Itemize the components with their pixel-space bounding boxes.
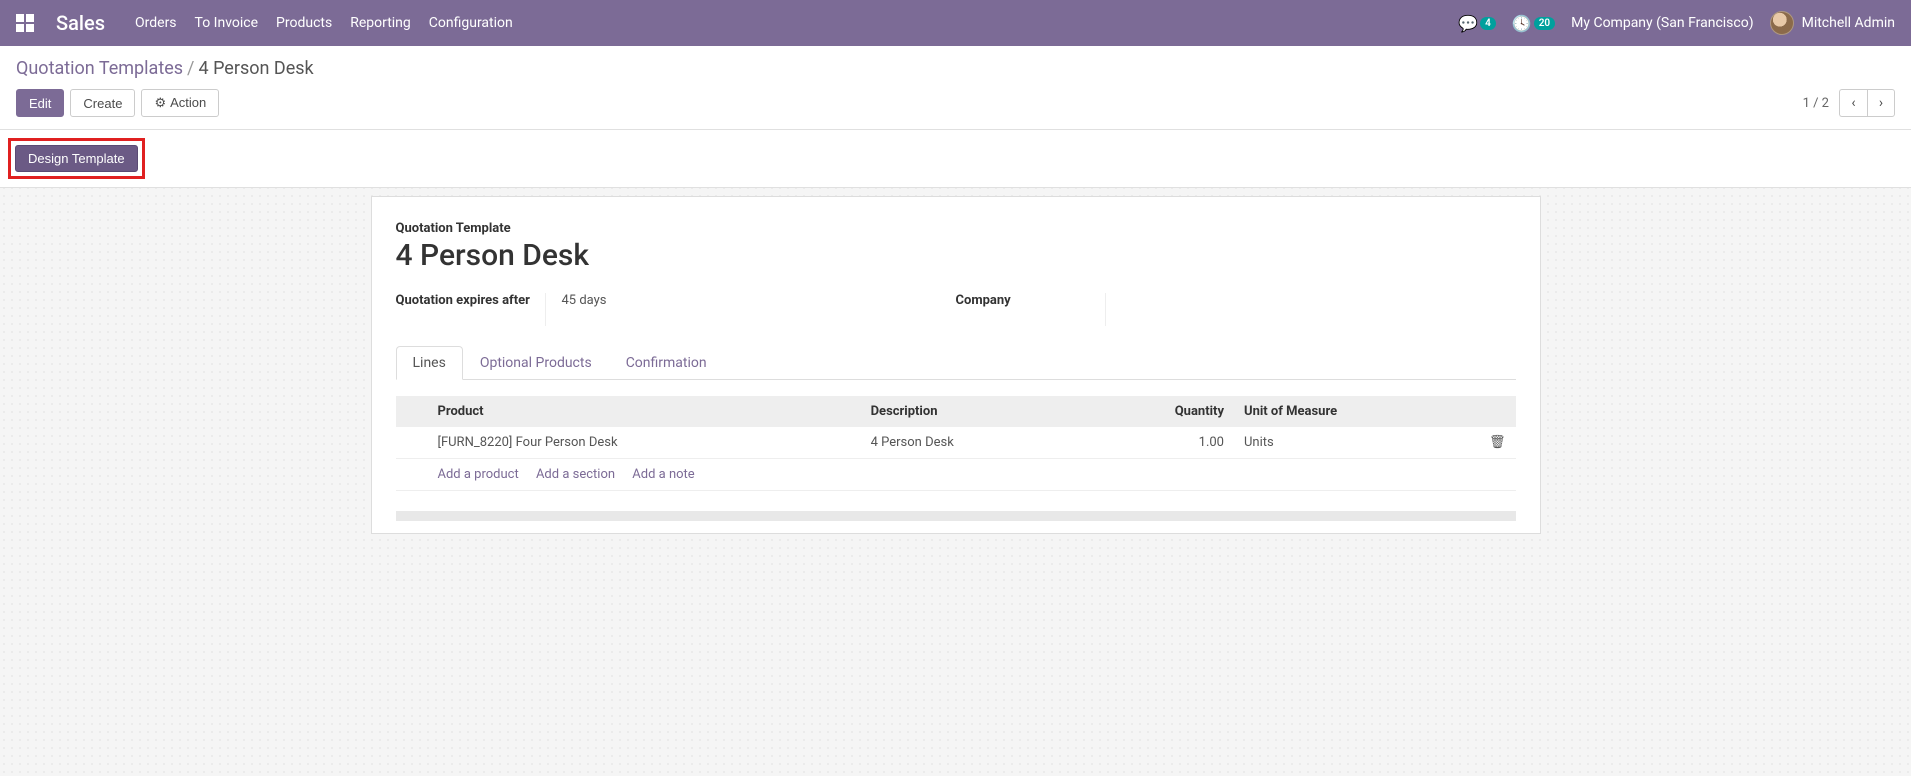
tab-optional-products[interactable]: Optional Products (463, 346, 609, 380)
form-sheet: Quotation Template 4 Person Desk Quotati… (371, 196, 1541, 534)
chat-icon: 💬 (1458, 14, 1478, 33)
pager-next[interactable]: › (1867, 89, 1895, 117)
cell-uom: Units (1234, 427, 1479, 459)
menu-configuration[interactable]: Configuration (429, 15, 513, 31)
add-section-link[interactable]: Add a section (536, 467, 615, 482)
breadcrumb-parent[interactable]: Quotation Templates (16, 58, 183, 79)
user-name: Mitchell Admin (1802, 15, 1895, 31)
action-label: Action (170, 95, 206, 110)
user-menu[interactable]: Mitchell Admin (1770, 11, 1895, 35)
apps-icon[interactable] (16, 14, 34, 32)
breadcrumb: Quotation Templates / 4 Person Desk (16, 58, 1895, 79)
avatar (1770, 11, 1794, 35)
add-row: Add a product Add a section Add a note (396, 459, 1516, 491)
th-description: Description (861, 396, 1084, 427)
table-row[interactable]: [FURN_8220] Four Person Desk 4 Person De… (396, 427, 1516, 459)
edit-button[interactable]: Edit (16, 89, 64, 117)
th-quantity: Quantity (1084, 396, 1234, 427)
menu-to-invoice[interactable]: To Invoice (195, 15, 259, 31)
menu-orders[interactable]: Orders (135, 15, 177, 31)
company-value (1106, 293, 1516, 326)
menu-products[interactable]: Products (276, 15, 332, 31)
company-label: Company (956, 293, 1106, 326)
menu-reporting[interactable]: Reporting (350, 15, 411, 31)
breadcrumb-current: 4 Person Desk (198, 58, 313, 79)
status-bar: Design Template (0, 130, 1911, 188)
tab-confirmation[interactable]: Confirmation (609, 346, 724, 380)
tab-lines[interactable]: Lines (396, 346, 463, 380)
activities-indicator[interactable]: 🕓 20 (1512, 14, 1555, 33)
brand[interactable]: Sales (56, 11, 105, 35)
cell-description: 4 Person Desk (861, 427, 1084, 459)
add-note-link[interactable]: Add a note (632, 467, 694, 482)
expiry-value: 45 days (546, 293, 956, 326)
th-uom: Unit of Measure (1234, 396, 1479, 427)
footer-bar (396, 511, 1516, 521)
cell-quantity: 1.00 (1084, 427, 1234, 459)
expiry-label: Quotation expires after (396, 293, 546, 326)
messages-indicator[interactable]: 💬 4 (1458, 14, 1496, 33)
add-product-link[interactable]: Add a product (438, 467, 519, 482)
tabs: Lines Optional Products Confirmation (396, 346, 1516, 380)
control-panel: Quotation Templates / 4 Person Desk Edit… (0, 46, 1911, 130)
company-selector[interactable]: My Company (San Francisco) (1571, 15, 1753, 31)
action-button[interactable]: ⚙ Action (141, 89, 219, 117)
gear-icon: ⚙ (154, 95, 166, 110)
th-product: Product (428, 396, 861, 427)
highlight-box: Design Template (8, 138, 145, 179)
breadcrumb-sep: / (187, 58, 194, 79)
title-label: Quotation Template (396, 221, 1516, 236)
pager-prev[interactable]: ‹ (1839, 89, 1867, 117)
create-button[interactable]: Create (70, 89, 135, 117)
clock-icon: 🕓 (1512, 14, 1532, 33)
messages-badge: 4 (1480, 17, 1496, 30)
cell-product: [FURN_8220] Four Person Desk (428, 427, 861, 459)
lines-table: Product Description Quantity Unit of Mea… (396, 396, 1516, 491)
pager-text: 1 / 2 (1803, 96, 1829, 111)
activities-badge: 20 (1534, 17, 1555, 30)
navbar: Sales Orders To Invoice Products Reporti… (0, 0, 1911, 46)
design-template-button[interactable]: Design Template (15, 145, 138, 172)
trash-icon[interactable]: 🗑 (1489, 435, 1506, 450)
page-title: 4 Person Desk (396, 238, 1516, 273)
